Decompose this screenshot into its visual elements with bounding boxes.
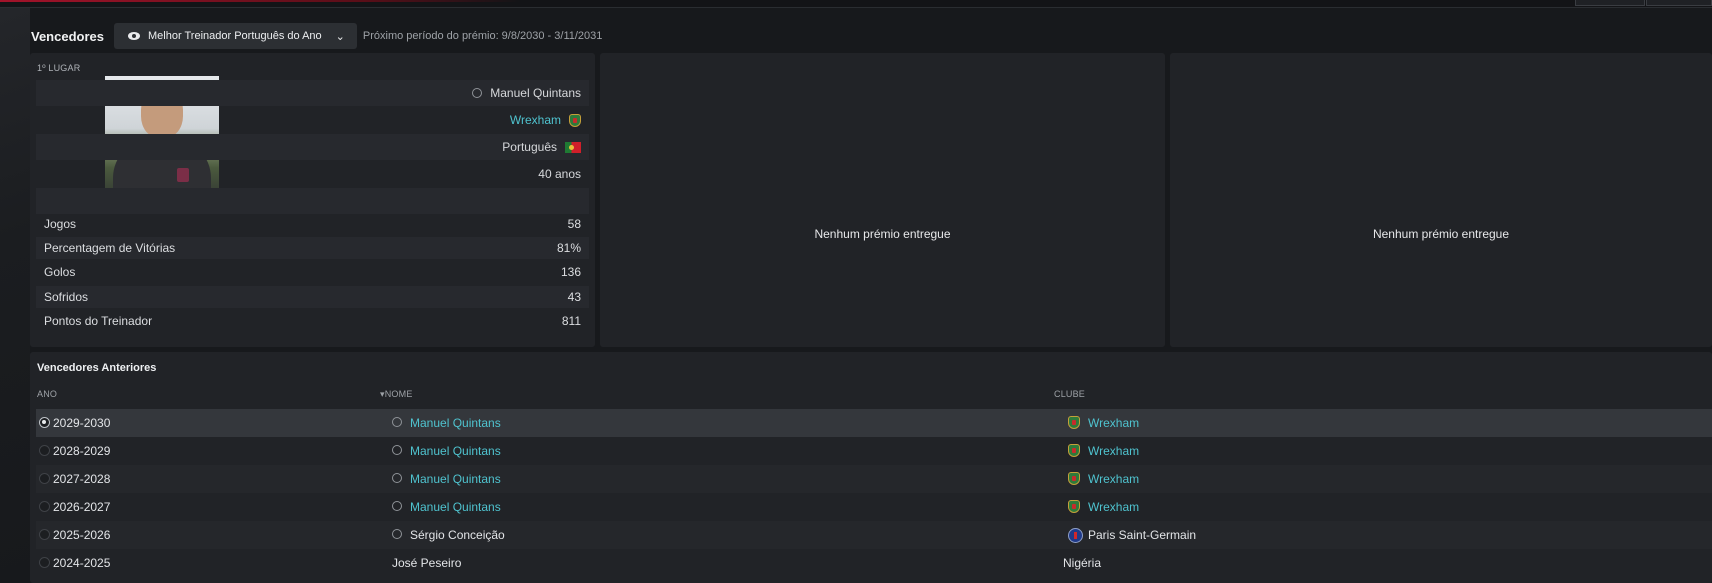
- accent-stripe: [0, 0, 520, 2]
- row-name-link[interactable]: Manuel Quintans: [410, 472, 501, 486]
- previous-winners-title: Vencedores Anteriores: [37, 362, 157, 374]
- club-badge-icon: [1068, 444, 1080, 457]
- row-year: 2027-2028: [53, 472, 111, 486]
- person-icon: [472, 88, 483, 98]
- stat-row: Sofridos 43: [36, 286, 589, 308]
- stat-label: Percentagem de Vitórias: [44, 241, 176, 255]
- portugal-flag-icon: [565, 141, 581, 153]
- club-badge-icon: [1068, 500, 1080, 513]
- row-name: José Peseiro: [392, 556, 462, 570]
- stat-value: 43: [567, 290, 581, 304]
- row-radio[interactable]: [39, 529, 50, 540]
- club-badge-icon: [1068, 416, 1080, 429]
- winner-club[interactable]: Wrexham: [510, 113, 561, 127]
- top-bar: [0, 0, 1712, 8]
- stat-value: 81%: [556, 241, 581, 255]
- stat-label: Sofridos: [44, 290, 89, 304]
- row-club[interactable]: Paris Saint-Germain: [1088, 528, 1196, 542]
- winner-name-row[interactable]: Manuel Quintans: [36, 80, 589, 106]
- table-row[interactable]: 2024-2025 José Peseiro Nigéria: [36, 549, 1712, 577]
- row-radio[interactable]: [39, 473, 50, 484]
- table-row[interactable]: 2028-2029 Manuel Quintans Wrexham: [36, 437, 1712, 465]
- row-radio[interactable]: [39, 417, 50, 428]
- row-name[interactable]: Sérgio Conceição: [410, 528, 505, 542]
- person-icon: [392, 445, 402, 455]
- table-row[interactable]: 2026-2027 Manuel Quintans Wrexham: [36, 493, 1712, 521]
- stat-label: Jogos: [44, 217, 77, 231]
- row-club: Nigéria: [1063, 556, 1102, 570]
- first-place-panel: 1º LUGAR Manuel Quintans Wrexham Portugu…: [30, 53, 595, 347]
- award-dropdown-label: Melhor Treinador Português do Ano: [148, 30, 322, 42]
- stat-row: Percentagem de Vitórias 81%: [36, 237, 589, 259]
- stat-row: Jogos 58: [36, 213, 589, 235]
- next-period-text: Próximo período do prémio: 9/8/2030 - 3/…: [362, 30, 603, 42]
- stat-value: 811: [561, 314, 581, 328]
- winner-nationality-row: Português: [36, 134, 589, 160]
- column-header-year[interactable]: ANO: [37, 389, 57, 399]
- place-label: 1º LUGAR: [37, 63, 81, 73]
- chevron-down-icon: ⌄: [335, 30, 345, 43]
- club-badge-icon: [569, 113, 581, 127]
- empty-info-row: [36, 188, 589, 214]
- row-year: 2024-2025: [53, 556, 111, 570]
- row-radio[interactable]: [39, 557, 50, 568]
- row-name-link[interactable]: Manuel Quintans: [410, 416, 501, 430]
- background-decoration: [0, 8, 30, 583]
- row-radio[interactable]: [39, 445, 50, 456]
- winner-nationality: Português: [502, 140, 557, 154]
- person-icon: [392, 501, 402, 511]
- stat-label: Golos: [44, 265, 76, 279]
- row-club-link[interactable]: Wrexham: [1088, 444, 1139, 458]
- club-badge-icon: [1068, 472, 1080, 485]
- stat-row: Golos 136: [36, 261, 589, 283]
- winner-age: 40 anos: [538, 167, 581, 181]
- stat-row: Pontos do Treinador 811: [36, 310, 589, 332]
- row-year: 2028-2029: [53, 444, 111, 458]
- club-badge-icon: [1068, 528, 1083, 543]
- column-header-club[interactable]: CLUBE: [1054, 389, 1085, 399]
- person-icon: [392, 529, 402, 539]
- person-icon: [392, 417, 402, 427]
- second-place-panel: Nenhum prémio entregue: [600, 53, 1165, 347]
- row-name-link[interactable]: Manuel Quintans: [410, 500, 501, 514]
- stat-label: Pontos do Treinador: [44, 314, 153, 328]
- page-title: Vencedores: [31, 28, 104, 44]
- no-award-message: Nenhum prémio entregue: [1372, 227, 1510, 241]
- row-name-link[interactable]: Manuel Quintans: [410, 444, 501, 458]
- stat-value: 136: [560, 265, 581, 279]
- winners-header: Vencedores Melhor Treinador Português do…: [31, 23, 602, 49]
- top-tab[interactable]: [1646, 0, 1712, 6]
- person-icon: [392, 473, 402, 483]
- row-radio[interactable]: [39, 501, 50, 512]
- no-award-message: Nenhum prémio entregue: [814, 227, 951, 241]
- row-club-link[interactable]: Wrexham: [1088, 500, 1139, 514]
- row-club-link[interactable]: Wrexham: [1088, 472, 1139, 486]
- winner-club-row[interactable]: Wrexham: [36, 107, 589, 133]
- winner-age-row: 40 anos: [36, 161, 589, 187]
- table-row[interactable]: 2029-2030 Manuel Quintans Wrexham: [36, 409, 1712, 437]
- previous-winners-panel: Vencedores Anteriores ANO ▾NOME CLUBE 20…: [30, 352, 1712, 583]
- award-dropdown[interactable]: Melhor Treinador Português do Ano ⌄: [114, 23, 357, 49]
- row-year: 2026-2027: [53, 500, 111, 514]
- column-header-name[interactable]: ▾NOME: [380, 389, 413, 400]
- eye-icon: [128, 32, 140, 40]
- winner-name[interactable]: Manuel Quintans: [490, 86, 581, 100]
- third-place-panel: Nenhum prémio entregue: [1170, 53, 1712, 347]
- row-year: 2025-2026: [53, 528, 111, 542]
- row-year: 2029-2030: [53, 416, 111, 430]
- top-tab[interactable]: [1575, 0, 1645, 6]
- column-header-name-label: NOME: [384, 389, 413, 399]
- row-club-link[interactable]: Wrexham: [1088, 416, 1139, 430]
- table-row[interactable]: 2027-2028 Manuel Quintans Wrexham: [36, 465, 1712, 493]
- stat-value: 58: [567, 217, 581, 231]
- table-row[interactable]: 2025-2026 Sérgio Conceição Paris Saint-G…: [36, 521, 1712, 549]
